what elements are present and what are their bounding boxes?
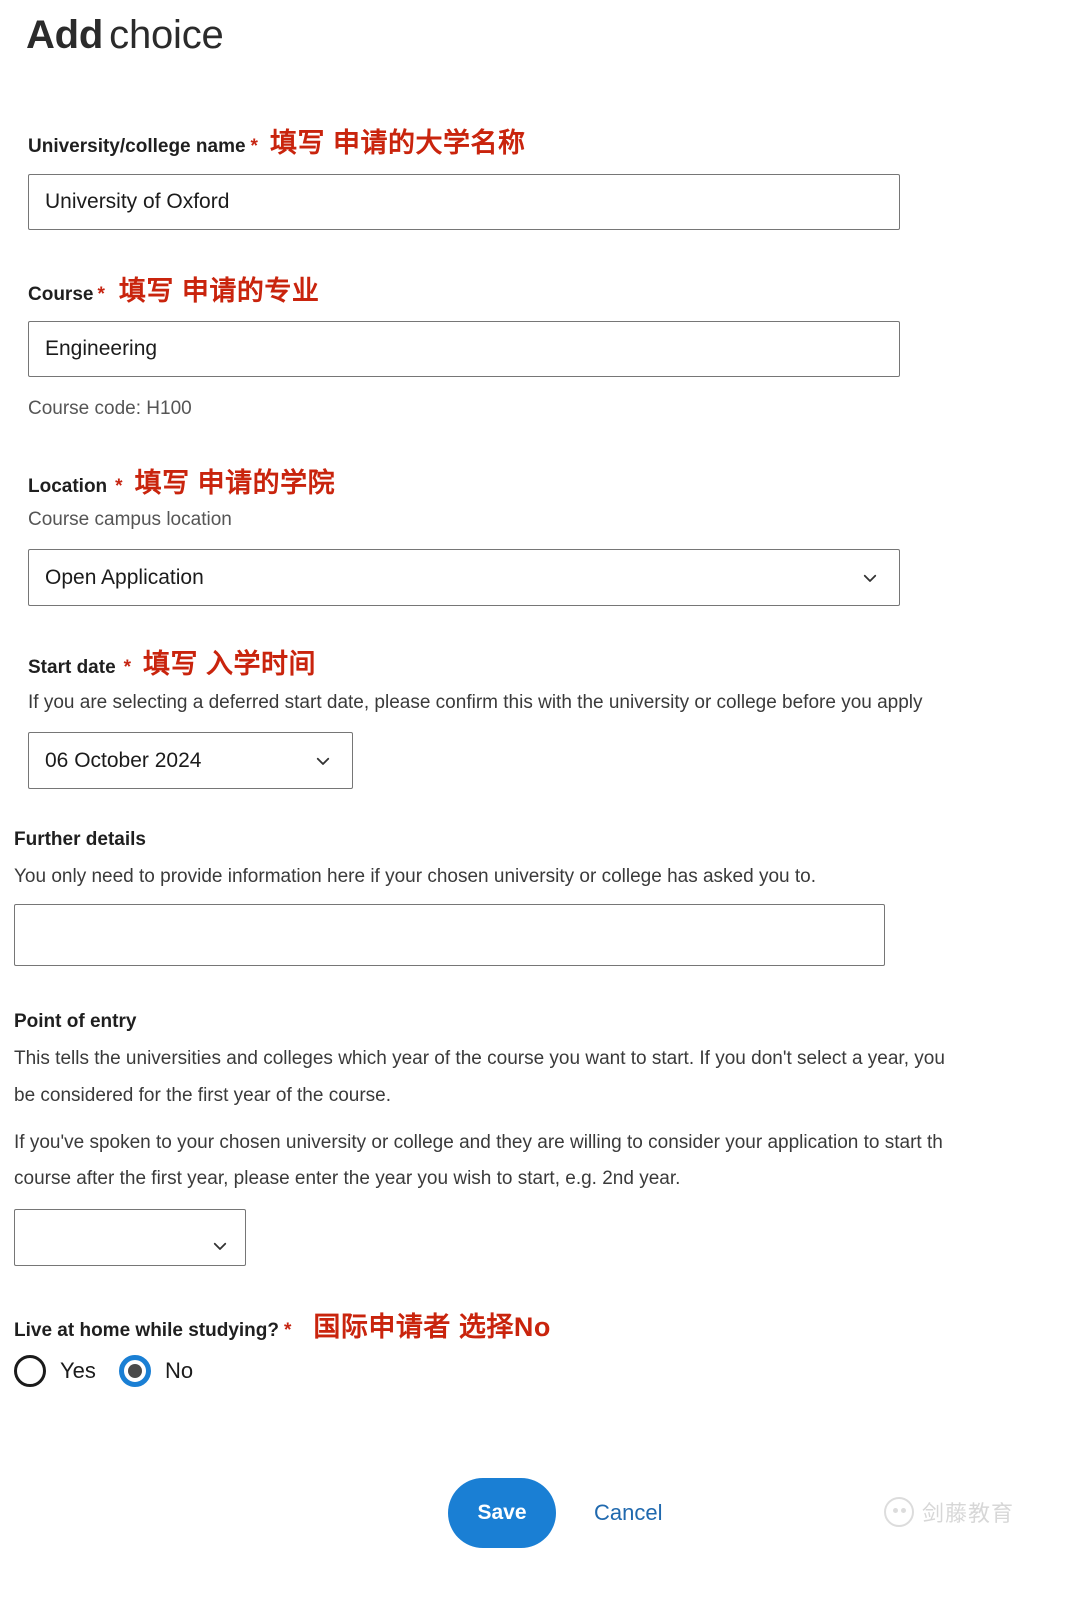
point-of-entry-paragraph1-line2: be considered for the first year of the … [14, 1085, 392, 1106]
point-of-entry-paragraph2-line1: If you've spoken to your chosen universi… [14, 1132, 943, 1153]
start-date-label-row: Start date * 填写 入学时间 [28, 651, 316, 680]
live-at-home-annotation: 国际申请者 选择No [313, 1312, 551, 1342]
university-annotation: 填写 申请的大学名称 [269, 128, 526, 158]
start-date-label: Start date [28, 657, 116, 678]
point-of-entry-label: Point of entry [14, 1011, 137, 1032]
further-details-label: Further details [14, 829, 146, 850]
location-select-value: Open Application [45, 565, 204, 589]
university-label-row: University/college name * 填写 申请的大学名称 [28, 130, 525, 159]
start-date-select-value: 06 October 2024 [45, 748, 202, 772]
point-of-entry-paragraph1-line1: This tells the universities and colleges… [14, 1048, 945, 1069]
university-required-star: * [250, 136, 258, 157]
course-label-row: Course * 填写 申请的专业 [28, 278, 319, 307]
location-required-star: * [115, 476, 123, 497]
live-at-home-required-star: * [283, 1320, 292, 1341]
chevron-down-icon [861, 569, 879, 587]
course-annotation: 填写 申请的专业 [118, 276, 320, 306]
start-date-annotation: 填写 入学时间 [143, 649, 317, 679]
chevron-down-icon [211, 1237, 229, 1255]
further-details-hint: You only need to provide information her… [14, 866, 816, 887]
page-title-light: choice [109, 13, 224, 57]
course-label: Course [28, 284, 94, 305]
course-required-star: * [97, 284, 105, 305]
radio-no-label: No [165, 1358, 194, 1383]
course-input[interactable] [28, 321, 900, 377]
page-title-strong: Add [26, 13, 104, 57]
course-code-text: Course code: H100 [28, 398, 192, 419]
live-at-home-label-row: Live at home while studying? * 国际申请者 选择N… [14, 1314, 551, 1343]
add-choice-page: Add choice University/college name * 填写 申… [0, 0, 1080, 1601]
university-label: University/college name [28, 136, 246, 157]
chevron-down-icon [314, 752, 332, 770]
further-details-textarea[interactable] [14, 904, 885, 966]
point-of-entry-select[interactable] [14, 1209, 246, 1266]
start-date-hint: If you are selecting a deferred start da… [28, 692, 923, 713]
live-at-home-label: Live at home while studying? [14, 1320, 279, 1341]
page-title: Add choice [26, 8, 224, 62]
location-label: Location [28, 476, 108, 497]
radio-option-yes[interactable]: Yes [14, 1355, 96, 1387]
location-label-row: Location * 填写 申请的学院 [28, 470, 335, 499]
watermark: 剑藤教育 [884, 1496, 1014, 1528]
start-date-select[interactable]: 06 October 2024 [28, 732, 353, 789]
location-sublabel: Course campus location [28, 509, 232, 530]
location-annotation: 填写 申请的学院 [134, 468, 336, 498]
save-button[interactable]: Save [448, 1478, 556, 1548]
radio-option-no[interactable]: No [119, 1355, 193, 1387]
radio-yes-indicator[interactable] [14, 1355, 46, 1387]
start-date-required-star: * [123, 657, 132, 678]
watermark-text: 剑藤教育 [922, 1502, 1015, 1527]
wechat-logo-icon [884, 1497, 914, 1527]
university-input[interactable] [28, 174, 900, 230]
cancel-button[interactable]: Cancel [594, 1501, 662, 1525]
point-of-entry-paragraph2-line2: course after the first year, please ente… [14, 1168, 681, 1189]
radio-yes-label: Yes [60, 1358, 96, 1383]
radio-no-indicator[interactable] [119, 1355, 151, 1387]
location-select[interactable]: Open Application [28, 549, 900, 606]
